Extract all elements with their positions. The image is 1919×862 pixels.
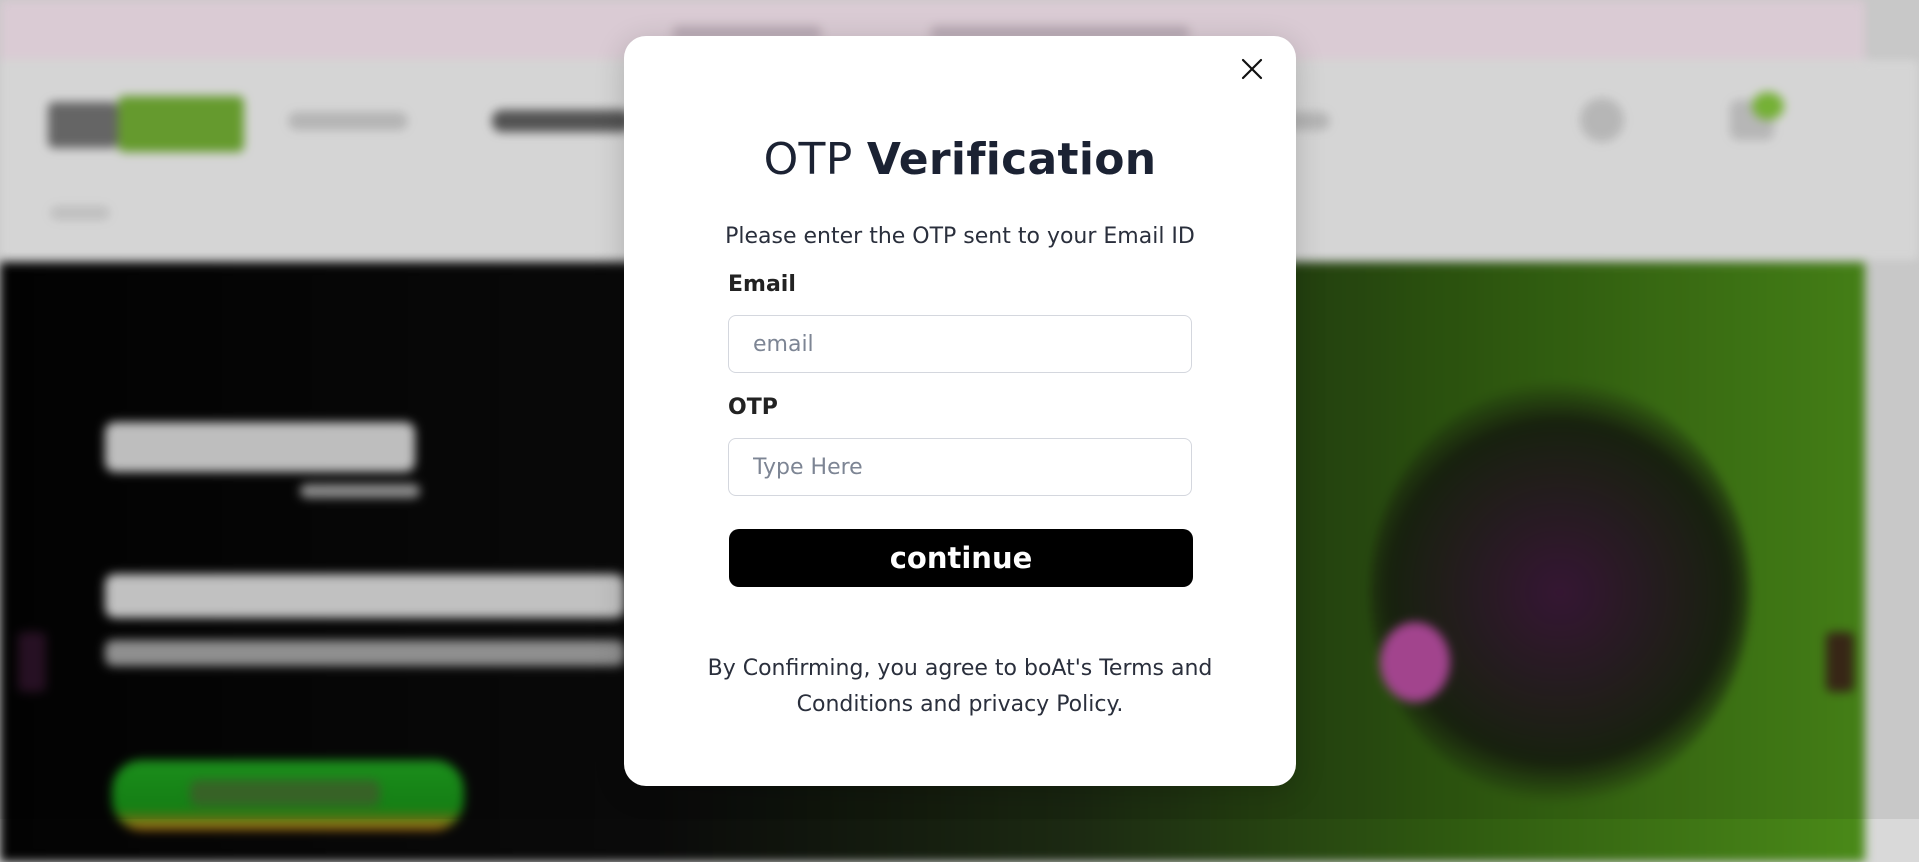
terms-line-2: Conditions and privacy Policy. [796,692,1124,717]
title-part-verification: Verification [866,134,1157,185]
close-button[interactable] [1238,55,1266,83]
continue-button[interactable]: continue [729,529,1193,587]
terms-notice: By Confirming, you agree to boAt's Terms… [684,651,1236,723]
otp-field[interactable] [728,438,1192,496]
close-icon [1241,58,1263,80]
title-part-otp: OTP [763,134,853,185]
modal-subtitle: Please enter the OTP sent to your Email … [725,224,1195,249]
modal-title: OTP Verification [624,134,1296,185]
email-label: Email [728,272,796,297]
terms-line-1: By Confirming, you agree to boAt's Terms… [707,656,1213,681]
email-field[interactable] [728,315,1192,373]
otp-verification-modal: OTP Verification Please enter the OTP se… [624,36,1296,786]
otp-label: OTP [728,395,778,420]
